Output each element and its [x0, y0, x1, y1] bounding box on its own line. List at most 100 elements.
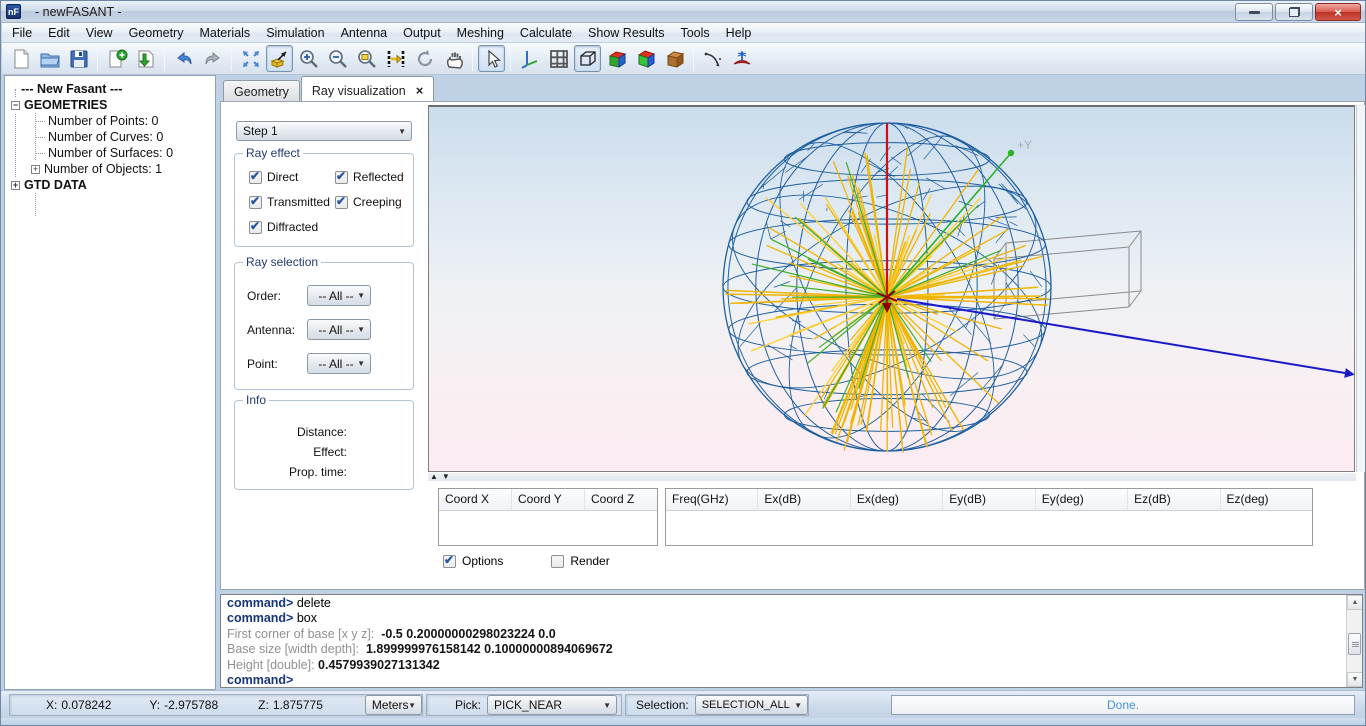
pan-button[interactable]	[440, 45, 467, 72]
tree-root[interactable]: --- New Fasant ---	[21, 81, 122, 97]
restore-button[interactable]	[1275, 3, 1313, 21]
tree-item-objects[interactable]: + Number of Objects: 1	[31, 161, 162, 177]
rotate-view-button[interactable]	[411, 45, 438, 72]
textured-view-button[interactable]	[661, 45, 688, 72]
zoom-in-button[interactable]	[295, 45, 322, 72]
tree-item-gtd-data[interactable]: + GTD DATA	[11, 177, 87, 193]
menu-materials[interactable]: Materials	[191, 24, 258, 42]
checkbox-creeping[interactable]: ✔ Creeping	[335, 195, 421, 209]
open-button[interactable]	[36, 45, 63, 72]
tab-ray-visualization[interactable]: Ray visualization ×	[301, 76, 434, 101]
ey-deg-header[interactable]: Ey(deg)	[1036, 489, 1128, 511]
tab-close-icon[interactable]: ×	[416, 86, 424, 96]
coord-z-header[interactable]: Coord Z	[585, 489, 657, 511]
menu-show-results[interactable]: Show Results	[580, 24, 672, 42]
menu-calculate[interactable]: Calculate	[512, 24, 580, 42]
menu-edit[interactable]: Edit	[40, 24, 78, 42]
selection-select[interactable]: SELECTION_ALL ▼	[695, 695, 808, 715]
step-selector[interactable]: Step 1 ▼	[236, 121, 412, 141]
menu-geometry[interactable]: Geometry	[121, 24, 192, 42]
menu-help[interactable]: Help	[718, 24, 760, 42]
checkbox-box[interactable]: ✔	[335, 171, 348, 184]
save-button[interactable]	[65, 45, 92, 72]
new-file-button[interactable]	[7, 45, 34, 72]
menu-tools[interactable]: Tools	[672, 24, 717, 42]
options-checkbox[interactable]: ✔ Options	[443, 554, 503, 568]
viewport-3d[interactable]: +Y	[428, 105, 1355, 472]
console-prompt-line[interactable]: command>	[227, 673, 1356, 688]
ez-deg-header[interactable]: Ez(deg)	[1221, 489, 1312, 511]
console-line: First corner of base [x y z]: -0.5 0.200…	[227, 627, 1356, 642]
zoom-window-button[interactable]	[353, 45, 380, 72]
expand-icon[interactable]: +	[31, 165, 40, 174]
grid-button[interactable]	[545, 45, 572, 72]
new-geometry-button[interactable]	[103, 45, 130, 72]
coord-y-header[interactable]: Coord Y	[512, 489, 585, 511]
antenna-select[interactable]: -- All -- ▼	[307, 319, 371, 340]
shaded-view-button[interactable]	[603, 45, 630, 72]
solid-view-button[interactable]	[632, 45, 659, 72]
ex-db-header[interactable]: Ex(dB)	[758, 489, 850, 511]
menu-file[interactable]: File	[4, 24, 40, 42]
point-select[interactable]: -- All -- ▼	[307, 353, 371, 374]
checkbox-box[interactable]: ✔	[249, 171, 262, 184]
order-select[interactable]: -- All -- ▼	[307, 285, 371, 306]
ey-db-header[interactable]: Ey(dB)	[943, 489, 1035, 511]
scrollbar-thumb[interactable]	[1348, 633, 1361, 655]
checkbox-box[interactable]: ✔	[443, 555, 456, 568]
field-table[interactable]: Freq(GHz) Ex(dB) Ex(deg) Ey(dB) Ey(deg) …	[665, 488, 1313, 546]
menu-simulation[interactable]: Simulation	[258, 24, 332, 42]
ex-deg-header[interactable]: Ex(deg)	[851, 489, 943, 511]
title-bar[interactable]: nF - newFASANT - ×	[1, 1, 1366, 23]
tree-item-curves[interactable]: Number of Curves: 0	[36, 129, 163, 145]
checkbox-box[interactable]: ✔	[335, 196, 348, 209]
zoom-out-button[interactable]	[324, 45, 351, 72]
redo-button[interactable]	[199, 45, 226, 72]
freq-header[interactable]: Freq(GHz)	[666, 489, 758, 511]
scroll-up-icon[interactable]: ▲	[1347, 595, 1363, 610]
splitter-down-icon[interactable]: ▼	[442, 473, 450, 481]
checkbox-diffracted[interactable]: ✔ Diffracted	[249, 220, 335, 234]
console-scrollbar[interactable]: ▲ ▼	[1346, 595, 1362, 687]
checkbox-box[interactable]	[551, 555, 564, 568]
checkbox-transmitted[interactable]: ✔ Transmitted	[249, 195, 335, 209]
render-checkbox[interactable]: Render	[551, 554, 609, 568]
curvature-button[interactable]	[699, 45, 726, 72]
menu-output[interactable]: Output	[395, 24, 449, 42]
ez-db-header[interactable]: Ez(dB)	[1128, 489, 1220, 511]
undo-button[interactable]	[170, 45, 197, 72]
pick-ray-tool-button[interactable]	[266, 45, 293, 72]
units-select[interactable]: Meters ▼	[365, 695, 422, 715]
wireframe-view-button[interactable]	[574, 45, 601, 72]
coord-x-header[interactable]: Coord X	[439, 489, 512, 511]
checkbox-box[interactable]: ✔	[249, 196, 262, 209]
import-button[interactable]	[132, 45, 159, 72]
coord-table[interactable]: Coord X Coord Y Coord Z	[438, 488, 658, 546]
ray-trace-button[interactable]	[382, 45, 409, 72]
normals-button[interactable]	[728, 45, 755, 72]
menu-meshing[interactable]: Meshing	[449, 24, 512, 42]
project-tree-panel: --- New Fasant --- − GEOMETRIES Number o…	[4, 75, 216, 690]
tree-item-points[interactable]: Number of Points: 0	[36, 113, 158, 129]
menu-antenna[interactable]: Antenna	[333, 24, 396, 42]
command-console[interactable]: command> delete command> box First corne…	[220, 594, 1363, 688]
tree-item-geometries[interactable]: − GEOMETRIES	[11, 97, 107, 113]
splitter-up-icon[interactable]: ▲	[430, 473, 438, 481]
pick-select[interactable]: PICK_NEAR ▼	[487, 695, 617, 715]
tree-item-surfaces[interactable]: Number of Surfaces: 0	[36, 145, 173, 161]
viewport-splitter[interactable]: ▲ ▼	[428, 473, 1356, 481]
close-button[interactable]: ×	[1315, 3, 1361, 21]
axes-button[interactable]	[516, 45, 543, 72]
minimize-button[interactable]	[1235, 3, 1273, 21]
checkbox-direct[interactable]: ✔ Direct	[249, 170, 335, 184]
viewport-scrollbar[interactable]	[1356, 105, 1365, 472]
menu-view[interactable]: View	[78, 24, 121, 42]
expand-icon[interactable]: +	[11, 181, 20, 190]
checkbox-box[interactable]: ✔	[249, 221, 262, 234]
select-tool-button[interactable]	[478, 45, 505, 72]
checkbox-reflected[interactable]: ✔ Reflected	[335, 170, 421, 184]
collapse-icon[interactable]: −	[11, 101, 20, 110]
scroll-down-icon[interactable]: ▼	[1347, 672, 1363, 687]
tab-geometry[interactable]: Geometry	[223, 80, 300, 101]
fit-view-button[interactable]	[237, 45, 264, 72]
